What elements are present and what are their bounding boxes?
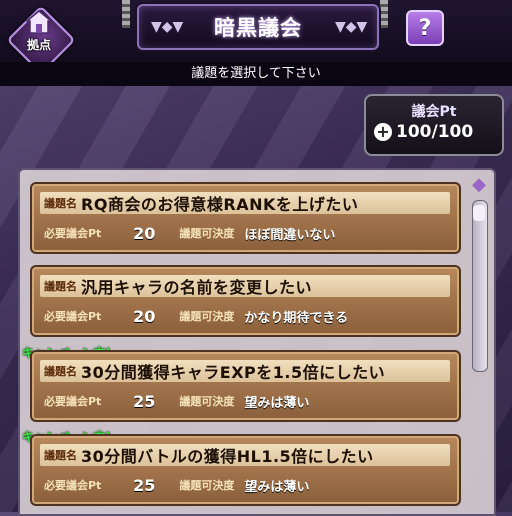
council-pt-value: 100/100 [396,122,474,142]
agenda-name-tag: 議題名 [44,449,77,462]
bat-icon-left: ▼◆▼ [151,19,184,35]
agenda-info-row: 必要議会Pt 25 議題可決度 望みは薄い [40,474,450,496]
required-pt-tag: 必要議会Pt [44,227,102,240]
scrollbar[interactable] [472,200,488,372]
agenda-info-row: 必要議会Pt 20 議題可決度 ほぼ間違いない [40,222,450,244]
chain-left [122,0,130,28]
council-pt-value-row: + 100/100 [374,122,473,142]
probability-tag: 議題可決度 [179,395,235,408]
probability-value: かなり期待できる [244,310,349,326]
agenda-card[interactable]: 議題名 30分間バトルの獲得HL1.5倍にしたい 必要議会Pt 25 議題可決度… [30,434,461,506]
required-pt-value: 20 [133,306,156,326]
probability-value: 望みは薄い [244,479,310,495]
probability-tag: 議題可決度 [179,479,235,492]
agenda-title-row: 議題名 RQ商会のお得意様RANKを上げたい [40,192,450,214]
agenda-name-tag: 議題名 [44,365,77,378]
required-pt-value: 25 [133,475,156,495]
page-title: 暗黒議会 [214,16,302,40]
agenda-card[interactable]: 議題名 30分間獲得キャラEXPを1.5倍にしたい 必要議会Pt 25 議題可決… [30,350,461,422]
agenda-title: 汎用キャラの名前を変更したい [81,278,313,297]
agenda-title: RQ商会のお得意様RANKを上げたい [81,195,359,214]
probability-tag: 議題可決度 [179,227,235,240]
required-pt-tag: 必要議会Pt [44,310,102,323]
agenda-title: 30分間獲得キャラEXPを1.5倍にしたい [81,363,386,382]
chain-right [380,0,388,28]
agenda-info-row: 必要議会Pt 20 議題可決度 かなり期待できる [40,305,450,327]
agenda-title: 30分間バトルの獲得HL1.5倍にしたい [81,447,374,466]
instruction-bar: 議題を選択して下さい [0,62,512,86]
plus-icon[interactable]: + [374,123,392,141]
probability-value: 望みは薄い [244,395,310,411]
bat-icon-right: ▼◆▼ [335,19,368,35]
required-pt-value: 25 [133,391,156,411]
help-button[interactable]: ? [406,10,444,46]
council-pt-label: 議会Pt [411,104,457,120]
agenda-name-tag: 議題名 [44,197,77,210]
agenda-name-tag: 議題名 [44,280,77,293]
council-pt-box: 議会Pt + 100/100 [364,94,504,156]
home-icon [26,10,52,34]
agenda-title-row: 議題名 30分間獲得キャラEXPを1.5倍にしたい [40,360,450,382]
agenda-card[interactable]: 議題名 RQ商会のお得意様RANKを上げたい 必要議会Pt 20 議題可決度 ほ… [30,182,461,254]
agenda-card[interactable]: 議題名 汎用キャラの名前を変更したい 必要議会Pt 20 議題可決度 かなり期待… [30,265,461,337]
probability-value: ほぼ間違いない [244,227,336,243]
title-plate: ▼◆▼ 暗黒議会 ▼◆▼ [137,4,379,50]
required-pt-tag: 必要議会Pt [44,395,102,408]
agenda-info-row: 必要議会Pt 25 議題可決度 望みは薄い [40,390,450,412]
agenda-title-row: 議題名 30分間バトルの獲得HL1.5倍にしたい [40,444,450,466]
required-pt-value: 20 [133,223,156,243]
scroll-gem-icon: ◆ [472,174,486,195]
home-button-content[interactable]: 拠点 [14,10,64,68]
probability-tag: 議題可決度 [179,310,235,323]
required-pt-tag: 必要議会Pt [44,479,102,492]
agenda-title-row: 議題名 汎用キャラの名前を変更したい [40,275,450,297]
scrollbar-thumb[interactable] [473,205,485,221]
home-label: 拠点 [26,38,51,52]
